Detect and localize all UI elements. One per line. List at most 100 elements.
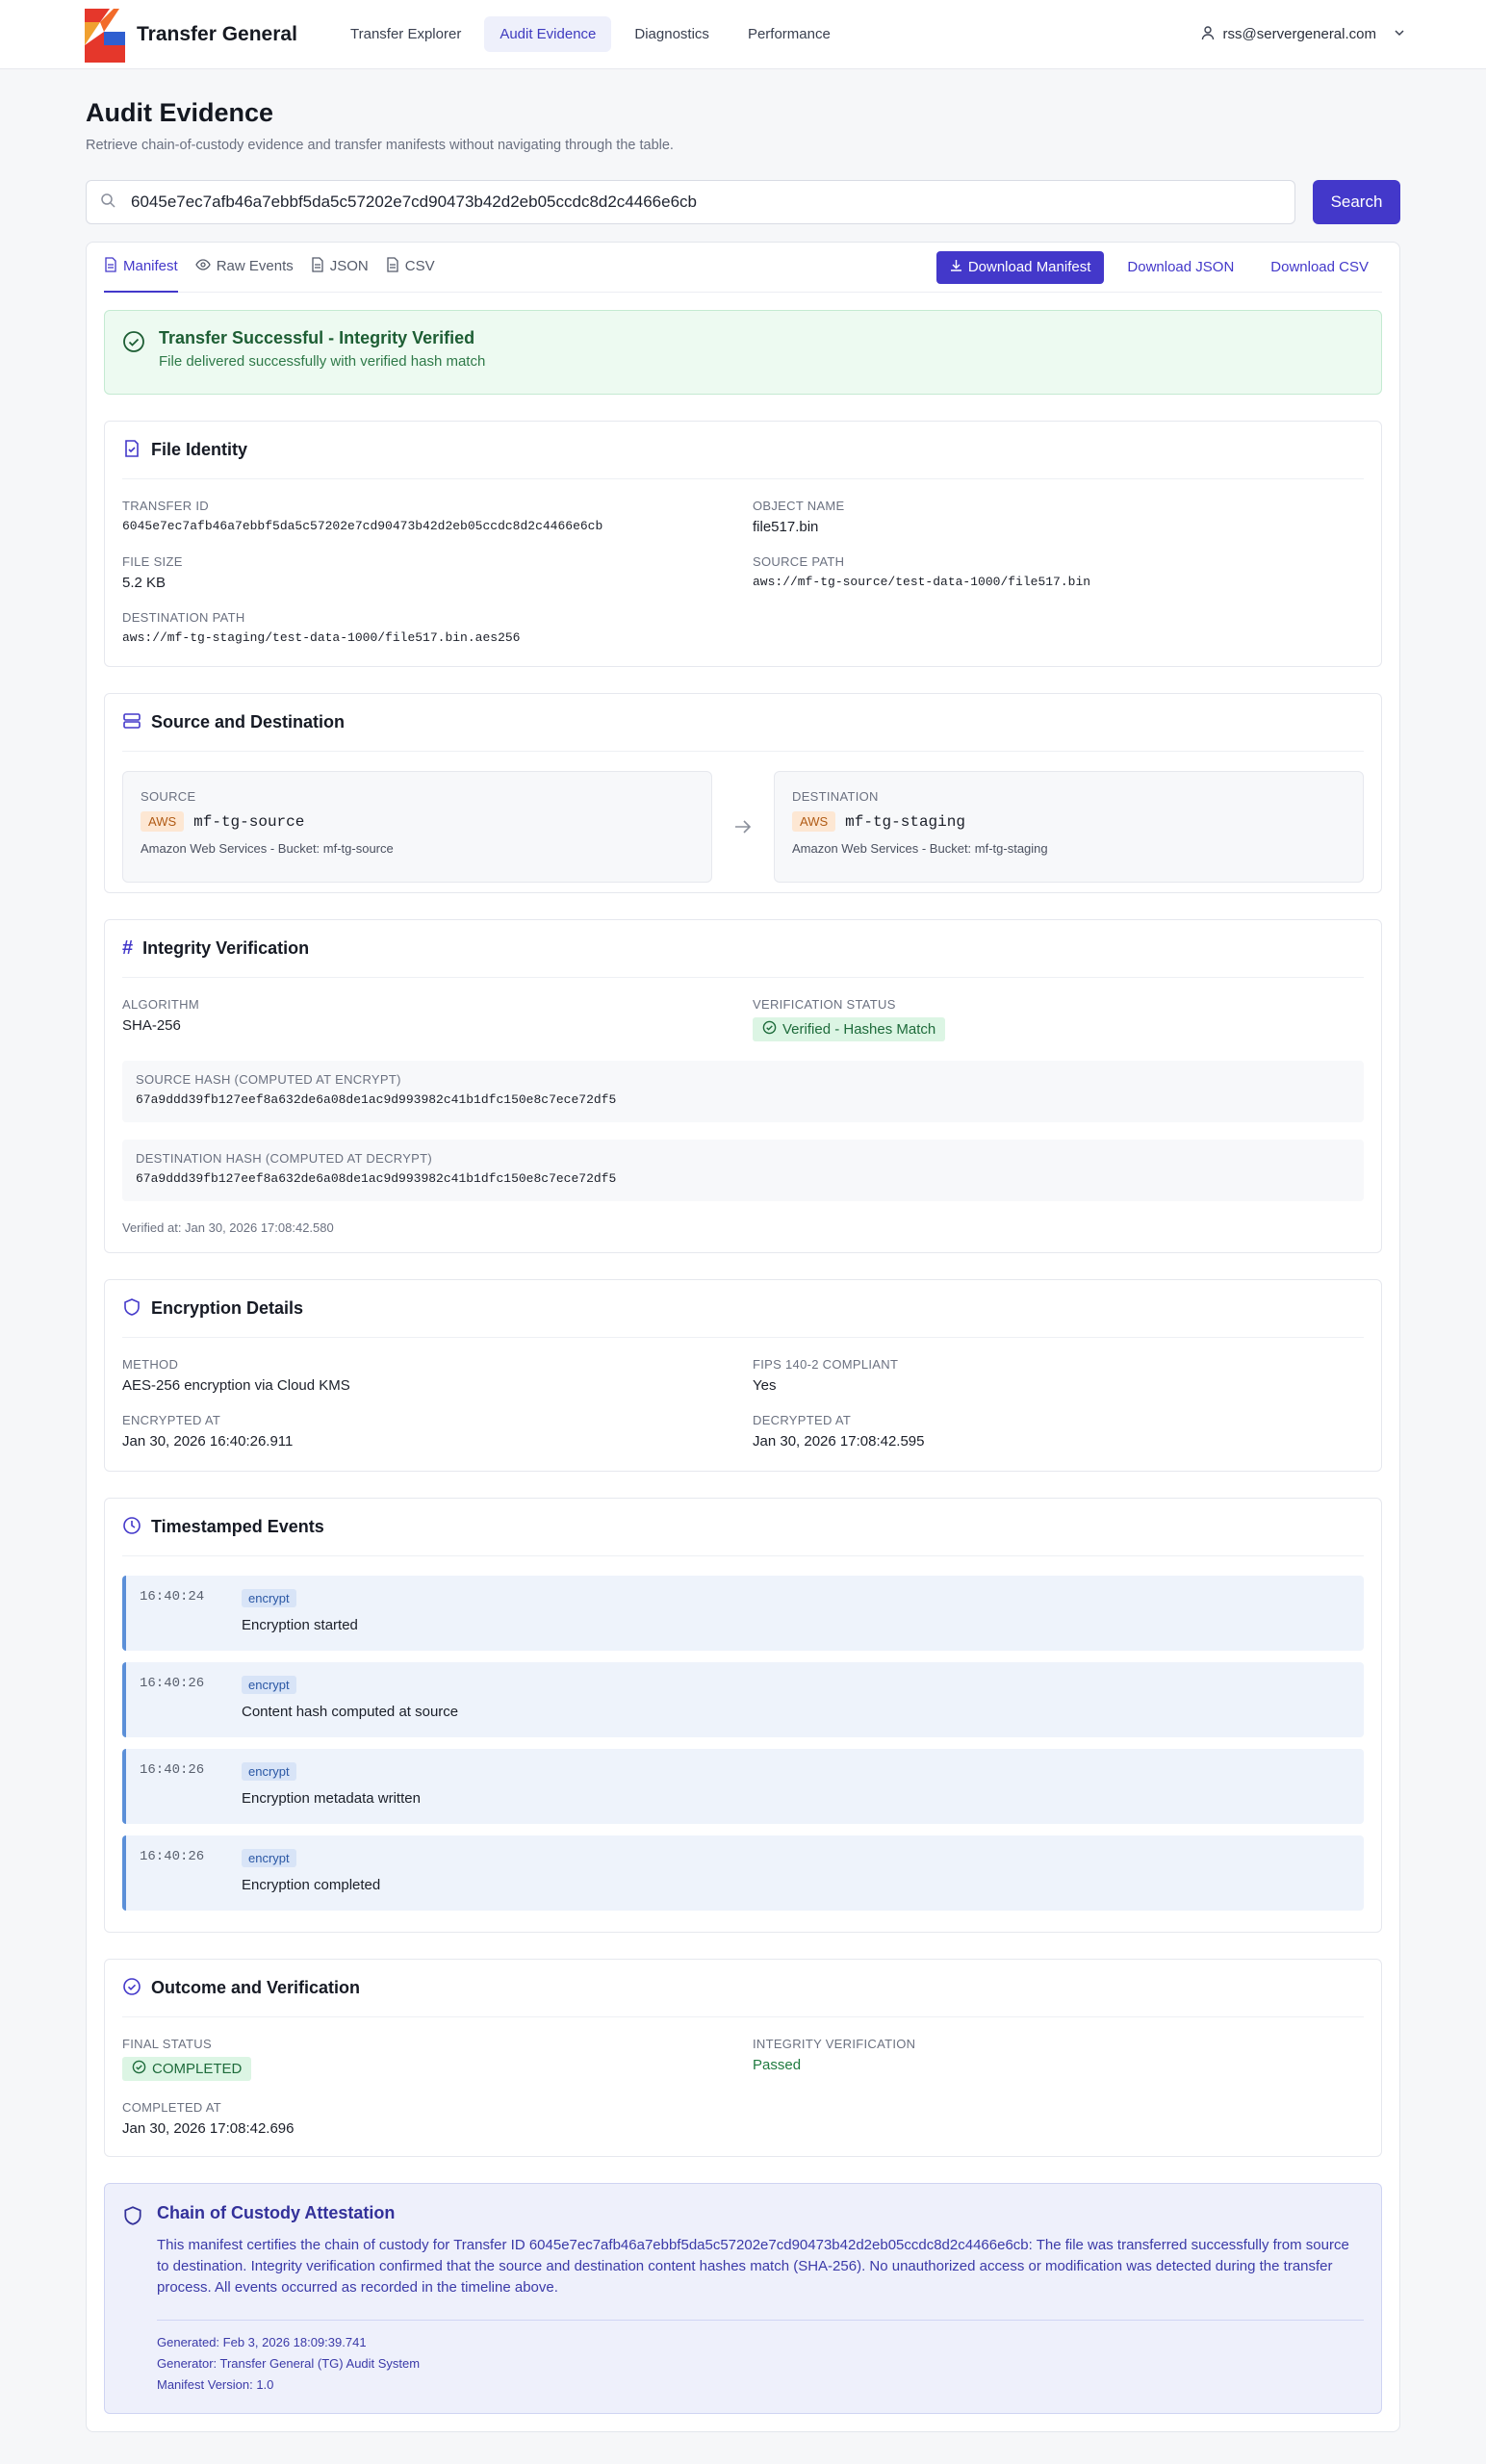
file-identity-card: File Identity Transfer ID 6045e7ec7afb46… xyxy=(104,421,1382,667)
download-json-button[interactable]: Download JSON xyxy=(1114,251,1247,284)
check-circle-icon xyxy=(122,328,145,376)
event-text: Encryption metadata written xyxy=(242,1790,421,1807)
tab-raw-events[interactable]: Raw Events xyxy=(194,243,294,293)
event-tag: encrypt xyxy=(242,1762,296,1781)
tab-csv[interactable]: CSV xyxy=(386,243,435,293)
brand[interactable]: Transfer General xyxy=(81,7,335,63)
nav-diagnostics[interactable]: Diagnostics xyxy=(619,16,725,52)
field-label: Source Hash (Computed at Encrypt) xyxy=(136,1072,401,1087)
field-value: 67a9ddd39fb127eef8a632de6a08de1ac9d99398… xyxy=(136,1092,617,1107)
nav-performance[interactable]: Performance xyxy=(732,16,846,52)
encrypted-at-field: Encrypted At Jan 30, 2026 16:40:26.911 xyxy=(122,1413,733,1450)
tab-json[interactable]: JSON xyxy=(311,243,369,293)
timestamped-events-card: Timestamped Events 16:40:24 encrypt Encr… xyxy=(104,1498,1382,1933)
field-value: AES-256 encryption via Cloud KMS xyxy=(122,1377,350,1394)
outcome-verification-card: Outcome and Verification Final Status CO… xyxy=(104,1959,1382,2157)
field-label: File Size xyxy=(122,554,183,569)
brand-logo-icon xyxy=(81,7,125,63)
tab-actions: Download Manifest Download JSON Download… xyxy=(935,250,1382,284)
file-size-field: File Size 5.2 KB xyxy=(122,554,733,591)
provider-badge: AWS xyxy=(141,811,185,832)
event-time: 16:40:26 xyxy=(140,1849,205,1864)
completed-at-field: Completed At Jan 30, 2026 17:08:42.696 xyxy=(122,2100,733,2137)
field-value: Jan 30, 2026 17:08:42.595 xyxy=(753,1433,925,1450)
attestation-meta: Generated: Feb 3, 2026 18:09:39.741 Gene… xyxy=(157,2320,1364,2396)
fips-field: FIPS 140-2 Compliant Yes xyxy=(753,1357,1364,1394)
field-label: Verification Status xyxy=(753,997,896,1012)
event-tag: encrypt xyxy=(242,1589,296,1607)
verification-status-field: Verification Status Verified - Hashes Ma… xyxy=(753,997,1364,1041)
card-title: Integrity Verification xyxy=(142,938,310,958)
card-header: Outcome and Verification xyxy=(122,1960,1364,2017)
endpoint-description: Amazon Web Services - Bucket: mf-tg-sour… xyxy=(141,841,394,856)
field-value: file517.bin xyxy=(753,519,819,535)
page-title: Audit Evidence xyxy=(86,98,274,127)
destination-endpoint: Destination AWS mf-tg-staging Amazon Web… xyxy=(774,771,1364,883)
search-box xyxy=(86,180,1295,224)
status-badge: COMPLETED xyxy=(122,2057,252,2081)
field-label: Algorithm xyxy=(122,997,199,1012)
chevron-down-icon xyxy=(1394,26,1405,42)
card-title: Source and Destination xyxy=(151,712,346,732)
file-icon xyxy=(311,256,324,276)
card-title: File Identity xyxy=(151,440,248,459)
download-manifest-label: Download Manifest xyxy=(967,259,1091,275)
top-nav: Transfer General Transfer Explorer Audit… xyxy=(0,0,1486,69)
tab-manifest[interactable]: Manifest xyxy=(104,243,178,293)
status-text: Verified - Hashes Match xyxy=(782,1021,936,1038)
search-input[interactable] xyxy=(131,192,1281,212)
method-field: Method AES-256 encryption via Cloud KMS xyxy=(122,1357,733,1394)
event-item: 16:40:26 encrypt Content hash computed a… xyxy=(122,1662,1364,1737)
clock-icon xyxy=(122,1516,141,1539)
bucket-name: mf-tg-staging xyxy=(845,812,965,831)
final-status-field: Final Status COMPLETED xyxy=(122,2037,733,2081)
check-circle-icon xyxy=(122,1977,141,2000)
download-csv-button[interactable]: Download CSV xyxy=(1257,251,1382,284)
download-manifest-button[interactable]: Download Manifest xyxy=(935,250,1105,284)
field-label: Destination xyxy=(792,789,879,804)
search-button[interactable]: Search xyxy=(1313,180,1400,224)
event-tag: encrypt xyxy=(242,1676,296,1694)
field-value: 5.2 KB xyxy=(122,575,167,591)
card-header: Timestamped Events xyxy=(122,1499,1364,1556)
file-check-icon xyxy=(122,439,141,462)
field-label: FIPS 140-2 Compliant xyxy=(753,1357,899,1372)
field-label: Destination Hash (Computed at Decrypt) xyxy=(136,1151,433,1166)
field-label: Method xyxy=(122,1357,179,1372)
user-menu[interactable]: rss@servergeneral.com xyxy=(1200,25,1405,44)
search-icon xyxy=(100,192,115,212)
arrow-right-icon xyxy=(712,816,774,837)
document-icon xyxy=(104,256,117,276)
verified-at: Verified at: Jan 30, 2026 17:08:42.580 xyxy=(122,1220,334,1235)
event-text: Encryption completed xyxy=(242,1877,381,1893)
endpoint-description: Amazon Web Services - Bucket: mf-tg-stag… xyxy=(792,841,1048,856)
field-value: Passed xyxy=(753,2057,802,2073)
field-value: 6045e7ec7afb46a7ebbf5da5c57202e7cd90473b… xyxy=(122,519,603,533)
tab-bar: Manifest Raw Events JSON CSV Download Ma… xyxy=(104,243,1382,293)
tab-label: Raw Events xyxy=(216,258,294,274)
field-label: Decrypted At xyxy=(753,1413,852,1427)
field-label: Transfer ID xyxy=(122,499,209,513)
hash-icon: # xyxy=(122,937,134,959)
shield-icon xyxy=(122,1297,141,1321)
nav-audit-evidence[interactable]: Audit Evidence xyxy=(484,16,612,52)
event-text: Encryption started xyxy=(242,1617,358,1633)
bucket-name: mf-tg-source xyxy=(193,812,305,831)
generated-at: Generated: Feb 3, 2026 18:09:39.741 xyxy=(157,2335,367,2349)
field-label: Source Path xyxy=(753,554,845,569)
card-title: Outcome and Verification xyxy=(151,1978,361,1997)
encryption-details-card: Encryption Details Method AES-256 encryp… xyxy=(104,1279,1382,1472)
field-value: aws://mf-tg-staging/test-data-1000/file5… xyxy=(122,630,521,645)
tab-label: Manifest xyxy=(123,258,178,274)
field-value: SHA-256 xyxy=(122,1017,181,1034)
destination-path-field: Destination Path aws://mf-tg-staging/tes… xyxy=(122,610,733,645)
banner-subtitle: File delivered successfully with verifie… xyxy=(159,353,486,370)
field-value: Yes xyxy=(753,1377,777,1394)
tab-label: JSON xyxy=(329,258,369,274)
transfer-id-field: Transfer ID 6045e7ec7afb46a7ebbf5da5c572… xyxy=(122,499,733,535)
field-value: 67a9ddd39fb127eef8a632de6a08de1ac9d99398… xyxy=(136,1171,617,1186)
shield-icon xyxy=(122,2203,143,2396)
nav-transfer-explorer[interactable]: Transfer Explorer xyxy=(335,16,476,52)
nav-links: Transfer Explorer Audit Evidence Diagnos… xyxy=(335,16,846,52)
card-header: Source and Destination xyxy=(122,694,1364,752)
